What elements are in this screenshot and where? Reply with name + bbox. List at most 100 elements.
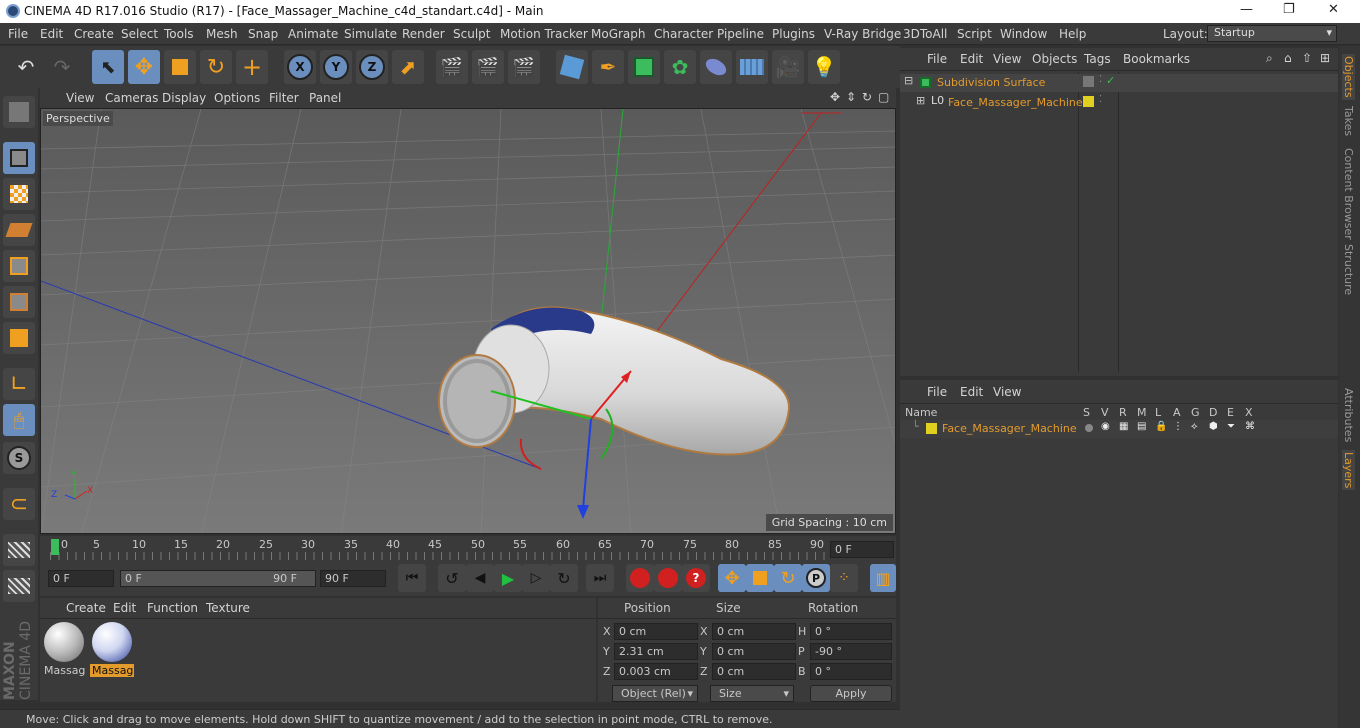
prev-key-button[interactable]: ↺ [438,564,466,592]
timeline-end-field[interactable]: 0 F [830,541,894,558]
workplane-mode-button[interactable] [3,214,35,246]
model-mode-button[interactable] [3,142,35,174]
menu-vray-bridge[interactable]: V-Ray Bridge [824,27,901,41]
cube-button[interactable] [556,50,588,84]
next-frame-button[interactable]: ▷ [522,564,550,592]
solo-button[interactable]: S [3,442,35,474]
size-mode-dropdown[interactable]: Size ▾ [710,685,794,702]
up-arrow-icon[interactable]: ⇧ [1302,51,1312,65]
menu-motion-tracker[interactable]: Motion Tracker [500,27,588,41]
tab-layers[interactable]: Layers [1342,450,1355,491]
deformer-icon[interactable]: ⬢ [1209,421,1218,432]
layer-row[interactable]: └ Face_Massager_Machine ◉ ▦ ▤ 🔒 ⋮ ⟡ ⬢ ⏷ … [900,420,1338,438]
polygons-mode-button[interactable] [3,322,35,354]
range-slider[interactable]: 0 F 90 F [120,570,316,587]
size-z-field[interactable]: 0 cm [712,663,796,680]
objects-menu-objects[interactable]: Objects [1032,52,1077,66]
search-icon[interactable]: ⌕ [1266,51,1273,66]
edit-tag-icon[interactable] [1083,76,1094,87]
eye-icon[interactable]: ◉ [1101,421,1110,432]
points-mode-button[interactable] [3,250,35,282]
layers-menu-file[interactable]: File [927,385,947,399]
floor-button[interactable] [736,50,768,84]
recent-tool-button[interactable]: + [236,50,268,84]
tab-attributes[interactable]: Attributes [1342,388,1355,442]
menu-file[interactable]: File [8,27,28,41]
rot-p-field[interactable]: -90 ° [810,643,892,660]
prev-frame-button[interactable]: ◀ [466,564,494,592]
next-key-button[interactable]: ↻ [550,564,578,592]
scale-tool-button[interactable] [164,50,196,84]
keyframe-selection-button[interactable]: ? [682,564,710,592]
object-name-subdivision[interactable]: Subdivision Surface [937,76,1045,89]
menu-3dtoall[interactable]: 3DToAll [903,27,947,41]
layer-color-icon[interactable] [1083,96,1094,107]
material-item-selected[interactable]: Massag [90,620,134,678]
deformer-button[interactable] [700,50,732,84]
pos-x-field[interactable]: 0 cm [614,623,698,640]
key-position-button[interactable]: ✥ [718,564,746,592]
menu-snap[interactable]: Snap [248,27,278,41]
material-item[interactable]: Massag [42,620,86,678]
workplane-snap-button[interactable] [3,570,35,602]
array-button[interactable]: ✿ [664,50,696,84]
home-icon[interactable]: ⌂ [1284,51,1292,65]
key-parameter-button[interactable]: P [802,564,830,592]
generator-icon[interactable]: ⟡ [1191,421,1198,432]
menu-window[interactable]: Window [1000,27,1047,41]
menu-character[interactable]: Character [654,27,713,41]
objects-menu-tags[interactable]: Tags [1084,52,1111,66]
tab-structure[interactable]: Structure [1342,244,1355,295]
objects-menu-file[interactable]: File [927,52,947,66]
play-button[interactable]: ▶ [494,564,522,592]
move-tool-button[interactable]: ✥ [128,50,160,84]
timeline-ruler[interactable]: 0 5 10 15 20 25 30 35 40 45 50 55 60 65 … [40,536,896,562]
menu-select[interactable]: Select [121,27,158,41]
make-editable-button[interactable] [3,96,35,128]
key-scale-button[interactable] [746,564,774,592]
menu-animate[interactable]: Animate [288,27,338,41]
rot-b-field[interactable]: 0 ° [810,663,892,680]
goto-end-button[interactable]: ⏭ [586,564,614,592]
pos-y-field[interactable]: 2.31 cm [614,643,698,660]
layer-name[interactable]: Face_Massager_Machine [942,422,1077,435]
z-axis-button[interactable]: Z [356,50,388,84]
apply-button[interactable]: Apply [810,685,892,702]
coordinate-mode-dropdown[interactable]: Object (Rel) ▾ [612,685,698,702]
objects-menu-bookmarks[interactable]: Bookmarks [1123,52,1190,66]
playhead[interactable] [51,539,59,555]
check-icon[interactable]: ✓ [1106,74,1115,87]
edges-mode-button[interactable] [3,286,35,318]
key-rotation-button[interactable]: ↻ [774,564,802,592]
y-axis-button[interactable]: Y [320,50,352,84]
perspective-viewport[interactable]: Y X Z Perspective Grid Spacing : 10 cm [40,108,896,534]
objects-menu-edit[interactable]: Edit [960,52,983,66]
coordinate-system-button[interactable]: ⬈ [392,50,424,84]
pos-z-field[interactable]: 0.003 cm [614,663,698,680]
render-view-button[interactable]: 🎬 [436,50,468,84]
menu-plugins[interactable]: Plugins [772,27,815,41]
collapse-icon[interactable]: ⊟ [904,74,913,87]
x-axis-button[interactable]: X [284,50,316,84]
menu-tools[interactable]: Tools [164,27,194,41]
viewport-menu-cameras[interactable]: Cameras [105,91,158,105]
layers-menu-edit[interactable]: Edit [960,385,983,399]
viewport-zoom-icon[interactable]: ⇕ [846,90,856,104]
object-row-face-massager[interactable]: ⊞ L0 Face_Massager_Machine ⁚ [900,94,1338,112]
render-picture-viewer-button[interactable]: 🎬 [472,50,504,84]
new-window-icon[interactable]: ⊞ [1320,51,1330,65]
menu-pipeline[interactable]: Pipeline [717,27,764,41]
menu-mesh[interactable]: Mesh [206,27,238,41]
menu-simulate[interactable]: Simulate [344,27,397,41]
light-button[interactable]: 💡 [808,50,840,84]
goto-start-button[interactable]: ⏮ [398,564,426,592]
menu-edit[interactable]: Edit [40,27,63,41]
key-pla-button[interactable]: ⁘ [830,564,858,592]
camera-label[interactable]: Perspective [43,111,113,126]
camera-button[interactable]: 🎥 [772,50,804,84]
current-frame-field[interactable]: 0 F [48,570,114,587]
undo-button[interactable]: ↶ [10,50,42,84]
record-button[interactable] [626,564,654,592]
animation-icon[interactable]: ⋮ [1173,421,1183,432]
live-selection-button[interactable]: ⬉ [92,50,124,84]
